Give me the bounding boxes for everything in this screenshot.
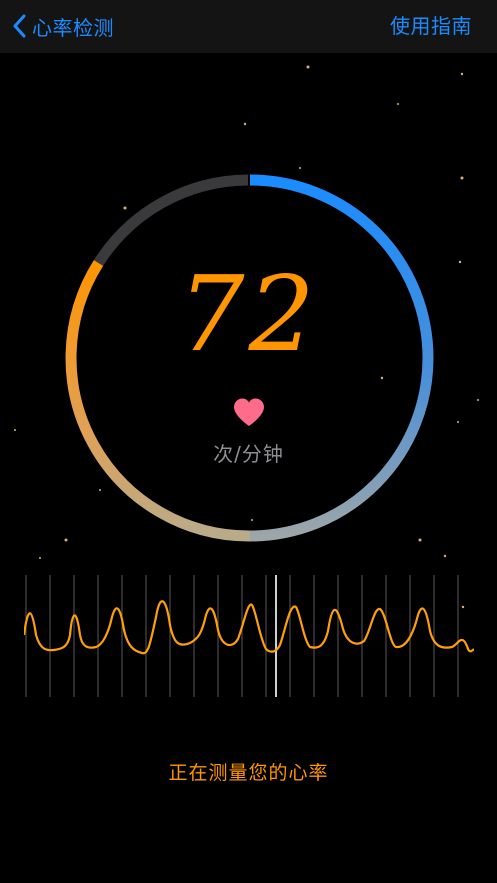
gauge-track: [93, 174, 249, 266]
ecg-waveform: [24, 575, 474, 697]
ecg-grid: [25, 575, 459, 697]
heart-rate-value: 72: [178, 253, 319, 375]
heart-rate-unit: 次/分钟: [213, 442, 284, 466]
back-button[interactable]: 心率检测: [12, 10, 114, 42]
back-button-label: 心率检测: [32, 15, 114, 40]
user-guide-button[interactable]: 使用指南: [390, 10, 472, 42]
chevron-left-icon: [12, 14, 26, 38]
navigation-bar: 心率检测 使用指南: [0, 0, 497, 53]
measurement-status: 正在测量您的心率: [168, 762, 329, 784]
ecg-trace: [24, 600, 474, 655]
